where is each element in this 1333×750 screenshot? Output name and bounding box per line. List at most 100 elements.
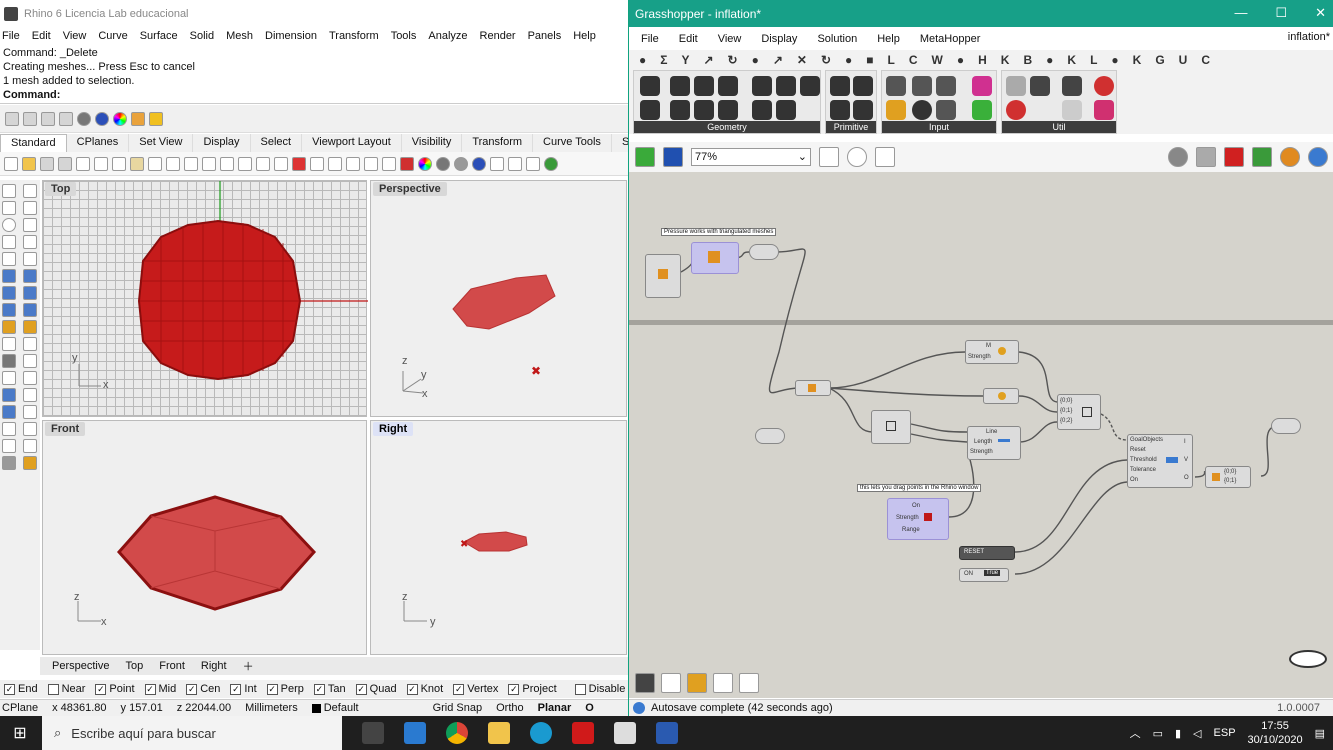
category-tab[interactable]: ↗ xyxy=(703,53,713,67)
node-anchor-goal[interactable] xyxy=(983,388,1019,404)
gh-menu-display[interactable]: Display xyxy=(761,33,797,45)
color-wheel-icon[interactable] xyxy=(418,156,432,171)
category-tab[interactable]: K xyxy=(1133,53,1142,67)
freeform-curve-icon[interactable] xyxy=(23,252,37,266)
viewport-front[interactable]: Front z x xyxy=(42,420,367,655)
chevron-up-icon[interactable]: ︿ xyxy=(1130,725,1141,741)
number-param-icon[interactable] xyxy=(830,100,850,120)
array-icon[interactable] xyxy=(23,388,37,402)
globe-icon[interactable] xyxy=(544,156,558,171)
node-relay[interactable] xyxy=(749,244,779,260)
gh-menu-solution[interactable]: Solution xyxy=(817,33,857,45)
rhino-taskbar-icon[interactable] xyxy=(614,722,636,744)
menu-transform[interactable]: Transform xyxy=(329,30,379,42)
gh-menu-metahopper[interactable]: MetaHopper xyxy=(920,33,981,45)
osnap-near[interactable]: Near xyxy=(47,683,85,695)
rectangle-icon[interactable] xyxy=(23,235,37,249)
osnap-mid[interactable]: ✓ Mid xyxy=(144,683,176,695)
field-param-icon[interactable] xyxy=(776,100,796,120)
menu-tools[interactable]: Tools xyxy=(391,30,417,42)
mesh-face-param-icon[interactable] xyxy=(776,76,796,96)
node-length-goal[interactable]: Line Length Strength xyxy=(967,426,1021,460)
menu-curve[interactable]: Curve xyxy=(98,30,127,42)
boolean-param-icon[interactable] xyxy=(830,76,850,96)
text-icon[interactable] xyxy=(2,388,16,402)
volume-icon[interactable]: ◁ xyxy=(1193,727,1201,740)
category-tab[interactable]: L xyxy=(1090,53,1097,67)
block-icon[interactable] xyxy=(2,439,16,453)
group-param-icon[interactable] xyxy=(752,100,772,120)
menu-file[interactable]: File xyxy=(2,30,20,42)
extrude-icon[interactable] xyxy=(23,303,37,317)
osnap-cen[interactable]: ✓ Cen xyxy=(186,683,220,695)
rotate-icon[interactable] xyxy=(2,371,16,385)
cplane-label[interactable]: CPlane xyxy=(2,702,38,714)
node-entwine[interactable]: {0;0} {0;1} {0;2} xyxy=(1057,394,1101,430)
preview-eye-icon[interactable] xyxy=(847,147,867,167)
cut-icon[interactable] xyxy=(94,156,108,171)
viewport-tab-perspective[interactable]: Perspective xyxy=(44,658,117,674)
planar-toggle[interactable]: Planar xyxy=(538,702,572,714)
layers-icon[interactable] xyxy=(346,156,360,171)
viewport-label-right[interactable]: Right xyxy=(373,422,414,436)
grid-snap-toggle[interactable]: Grid Snap xyxy=(433,702,483,714)
sphere-icon[interactable] xyxy=(23,286,37,300)
render-icon[interactable] xyxy=(2,456,16,470)
surface-param-icon[interactable] xyxy=(800,76,820,96)
render-sphere-icon[interactable] xyxy=(472,156,486,171)
cherry-icon[interactable] xyxy=(1006,100,1026,120)
grid-array-icon[interactable] xyxy=(2,422,16,436)
osnap-toggle[interactable]: O xyxy=(585,702,594,714)
cplane-icon[interactable] xyxy=(328,156,342,171)
lock-icon[interactable] xyxy=(23,111,37,126)
mail-icon[interactable] xyxy=(404,722,426,744)
category-tab[interactable]: G xyxy=(1155,53,1164,67)
osnap-end[interactable]: ✓ End xyxy=(4,683,38,695)
tab-standard[interactable]: Standard xyxy=(0,134,67,152)
rendered-sphere-icon[interactable] xyxy=(95,111,109,126)
dimension-icon[interactable] xyxy=(23,405,37,419)
brep-param-icon[interactable] xyxy=(718,76,738,96)
category-tab[interactable]: Y xyxy=(681,53,689,67)
reset-button[interactable]: RESET xyxy=(959,546,1015,560)
viewport-tab-top[interactable]: Top xyxy=(117,658,151,674)
network-icon[interactable]: ▭ xyxy=(1153,727,1163,740)
category-tab[interactable]: ● xyxy=(752,53,759,67)
category-tab[interactable]: ↻ xyxy=(728,53,738,67)
document-preview-icon[interactable] xyxy=(1252,147,1272,167)
split-icon[interactable] xyxy=(23,337,37,351)
maximize-button[interactable]: ☐ xyxy=(1275,5,1287,21)
ortho-toggle[interactable]: Ortho xyxy=(496,702,524,714)
tree-icon[interactable] xyxy=(1030,76,1050,96)
preview-shaded-icon[interactable] xyxy=(1196,147,1216,167)
units-label[interactable]: Millimeters xyxy=(245,702,298,714)
import-icon[interactable] xyxy=(886,76,906,96)
new-file-icon[interactable] xyxy=(4,156,18,171)
save-icon[interactable] xyxy=(41,111,55,126)
save-file-icon[interactable] xyxy=(663,147,683,167)
lightbulb-icon[interactable] xyxy=(364,156,378,171)
menu-mesh[interactable]: Mesh xyxy=(226,30,253,42)
category-tab[interactable]: ■ xyxy=(866,53,873,67)
osnap-disable[interactable]: Disable xyxy=(574,683,625,695)
lock-icon[interactable] xyxy=(382,156,396,171)
tab-viewport-layout[interactable]: Viewport Layout xyxy=(302,134,402,152)
select-arrow-icon[interactable] xyxy=(2,184,16,198)
command-history[interactable]: Command: _Delete Creating meshes... Pres… xyxy=(0,44,628,104)
acrobat-icon[interactable] xyxy=(572,722,594,744)
category-tab[interactable]: ● xyxy=(639,53,646,67)
curve-param-icon[interactable] xyxy=(694,76,714,96)
node-naked-vertices[interactable] xyxy=(871,410,911,444)
button-icon[interactable] xyxy=(912,100,932,120)
galapagos-icon[interactable] xyxy=(1006,76,1026,96)
record-icon[interactable] xyxy=(1094,76,1114,96)
slider-icon[interactable] xyxy=(936,76,956,96)
node-relay[interactable] xyxy=(1271,418,1301,434)
menu-dimension[interactable]: Dimension xyxy=(265,30,317,42)
cluster-icon[interactable] xyxy=(739,673,759,693)
category-tab[interactable]: ↻ xyxy=(821,53,831,67)
gh-menu-edit[interactable]: Edit xyxy=(679,33,698,45)
copy-icon[interactable] xyxy=(76,156,90,171)
copy-icon[interactable] xyxy=(112,156,126,171)
category-tab[interactable]: Σ xyxy=(660,53,667,67)
